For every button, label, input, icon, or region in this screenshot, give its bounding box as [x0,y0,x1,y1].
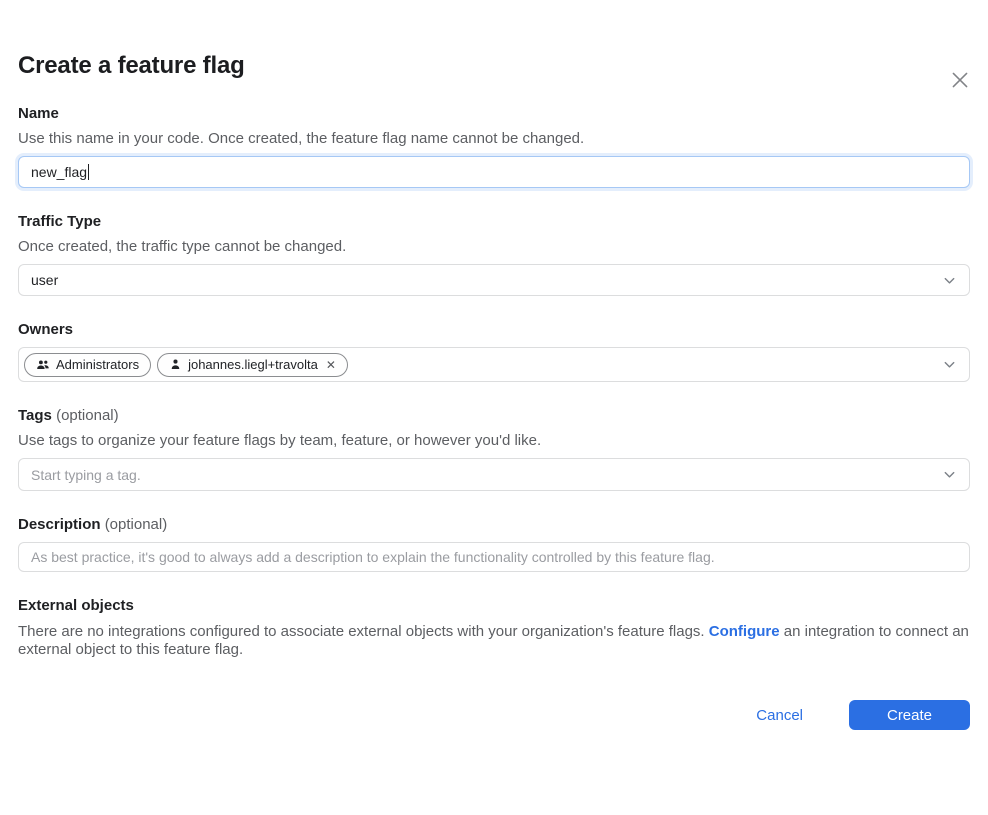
cancel-button[interactable]: Cancel [756,707,803,724]
chevron-down-icon [942,273,957,288]
description-input-wrapper [18,542,970,572]
owner-chip[interactable]: Administrators [24,353,151,377]
modal-footer: Cancel Create [0,700,988,730]
close-button[interactable] [947,67,973,93]
person-icon [169,358,182,371]
tags-optional-text: (optional) [56,407,119,424]
tags-input[interactable] [31,459,942,490]
tags-help-text: Use tags to organize your feature flags … [18,432,970,449]
traffic-type-value: user [31,272,58,288]
owner-chip[interactable]: johannes.liegl+travolta ✕ [157,353,348,377]
text-caret [88,164,89,180]
modal-title: Create a feature flag [18,52,970,80]
owners-field[interactable]: Administrators johannes.liegl+travolta ✕ [18,347,970,382]
owners-label: Owners [18,321,970,338]
name-input[interactable]: new_flag [18,156,970,188]
owner-chip-label: johannes.liegl+travolta [188,357,318,372]
owners-chip-list: Administrators johannes.liegl+travolta ✕ [24,353,348,377]
external-objects-label: External objects [18,597,970,614]
description-optional-text: (optional) [105,516,168,533]
description-label: Description (optional) [18,516,970,533]
external-objects-section: External objects There are no integratio… [18,597,970,659]
traffic-type-help-text: Once created, the traffic type cannot be… [18,238,970,255]
traffic-type-select[interactable]: user [18,264,970,296]
remove-owner-icon[interactable]: ✕ [326,359,336,371]
chevron-down-icon [942,357,957,372]
external-objects-text-before: There are no integrations configured to … [18,623,709,640]
description-label-text: Description [18,516,101,533]
create-button[interactable]: Create [849,700,970,730]
tags-section: Tags (optional) Use tags to organize you… [18,407,970,491]
tags-label: Tags (optional) [18,407,970,424]
description-input[interactable] [31,543,957,571]
owner-chip-label: Administrators [56,357,139,372]
traffic-type-label: Traffic Type [18,213,970,230]
tags-input-wrapper [18,458,970,491]
traffic-type-section: Traffic Type Once created, the traffic t… [18,213,970,296]
name-input-value: new_flag [31,164,87,180]
owners-section: Owners Administrators johannes.liegl+trav… [18,321,970,382]
chevron-down-icon [942,467,957,482]
name-help-text: Use this name in your code. Once created… [18,130,970,147]
name-field-section: Name Use this name in your code. Once cr… [18,105,970,188]
name-label: Name [18,105,970,122]
external-objects-text: There are no integrations configured to … [18,623,970,659]
description-section: Description (optional) [18,516,970,572]
close-icon [948,68,972,92]
group-icon [36,358,50,372]
configure-link[interactable]: Configure [709,623,780,640]
tags-label-text: Tags [18,407,52,424]
